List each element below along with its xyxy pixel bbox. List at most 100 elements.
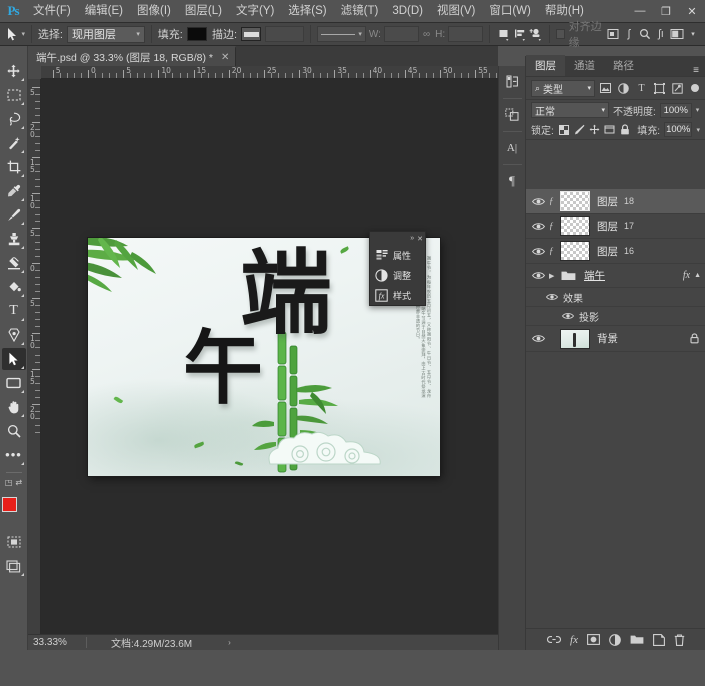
table-row[interactable]: ▶ 端午 fx ▲ <box>526 264 705 288</box>
eyedropper-tool[interactable] <box>2 180 26 202</box>
close-icon[interactable]: ✕ <box>417 235 423 243</box>
layer-visibility-icon[interactable] <box>530 334 546 343</box>
list-item[interactable]: 效果 <box>526 288 705 307</box>
tab-layers[interactable]: 图层 <box>526 55 565 76</box>
stroke-width-input[interactable] <box>265 26 304 42</box>
brush-tool[interactable] <box>2 204 26 226</box>
effects-visibility-icon[interactable] <box>544 293 560 301</box>
workspace-icon[interactable] <box>669 28 685 40</box>
layer-style-icon[interactable]: fx <box>570 634 578 646</box>
fill-color-swatch[interactable] <box>186 27 208 41</box>
layer-mask-icon[interactable] <box>587 634 600 645</box>
panel-menu-icon[interactable]: ≡ <box>687 65 705 76</box>
move-tool[interactable] <box>2 60 26 82</box>
menu-item-styles[interactable]: fx 样式 <box>370 285 425 305</box>
color-panel-icon[interactable] <box>501 70 524 93</box>
fill-input[interactable]: 100% <box>663 122 693 137</box>
menu-type[interactable]: 文字(Y) <box>229 0 281 22</box>
menu-3d[interactable]: 3D(D) <box>385 0 430 22</box>
eraser-tool[interactable] <box>2 252 26 274</box>
blend-mode-dropdown[interactable]: 正常 ▾ <box>531 102 609 118</box>
swap-colors-icon[interactable]: ⇄ <box>15 478 22 487</box>
delete-layer-icon[interactable] <box>674 633 685 646</box>
tab-paths[interactable]: 路径 <box>604 55 643 76</box>
group-disclosure-icon[interactable]: ▶ <box>549 272 558 280</box>
horizontal-ruler[interactable]: 5 0 5 10 15 20 25 30 35 40 45 50 55 <box>28 66 498 79</box>
stroke-style-dropdown[interactable]: ▾ <box>316 26 366 42</box>
default-colors-icon[interactable]: ◳ <box>5 478 13 487</box>
smartobject-filter-icon[interactable] <box>670 80 685 96</box>
height-input[interactable] <box>448 26 484 42</box>
path-operations-icon[interactable] <box>496 25 512 43</box>
shape-filter-icon[interactable] <box>652 80 667 96</box>
chevron-up-icon[interactable]: ▲ <box>694 272 701 279</box>
fill-chevron-icon[interactable]: ▾ <box>696 126 700 134</box>
menu-edit[interactable]: 编辑(E) <box>78 0 130 22</box>
maximize-button[interactable]: ❐ <box>653 0 679 22</box>
table-row[interactable]: ƒ 图层 17 <box>526 214 705 239</box>
width-input[interactable] <box>383 26 420 42</box>
layer-visibility-icon[interactable] <box>530 247 546 256</box>
settings-icon[interactable]: ʃı <box>653 28 669 40</box>
move-tool-icon[interactable] <box>4 25 21 43</box>
character-panel-icon[interactable]: A| <box>501 136 524 159</box>
canvas-viewport[interactable]: 端 午 端午节，为每年农历五月初五，又称端阳节、午日节、五月节、龙舟节、浴兰节、… <box>41 79 498 634</box>
filter-toggle[interactable] <box>691 84 699 92</box>
rectangle-tool[interactable] <box>2 372 26 394</box>
drop-shadow-visibility-icon[interactable] <box>560 312 576 320</box>
layer-thumbnail[interactable] <box>560 241 590 261</box>
zoom-level[interactable]: 33.33% <box>28 637 86 648</box>
menu-view[interactable]: 视图(V) <box>430 0 482 22</box>
link-icon[interactable]: ∞ <box>423 29 430 40</box>
adjustment-filter-icon[interactable] <box>616 80 631 96</box>
layer-visibility-icon[interactable] <box>530 271 546 280</box>
magic-wand-tool[interactable] <box>2 132 26 154</box>
hand-tool[interactable] <box>2 396 26 418</box>
hand-icon[interactable]: ʃ <box>621 28 637 40</box>
status-menu-icon[interactable]: › <box>228 638 231 647</box>
menu-item-adjustments[interactable]: 调整 <box>370 265 425 285</box>
path-alignment-icon[interactable] <box>512 25 528 43</box>
paint-bucket-tool[interactable] <box>2 276 26 298</box>
menu-item-properties[interactable]: 属性 <box>370 245 425 265</box>
lock-position-icon[interactable] <box>589 123 600 137</box>
tool-preset-chevron-icon[interactable]: ▾ <box>22 30 26 38</box>
minimize-button[interactable]: — <box>627 0 653 22</box>
foreground-color-swatch[interactable] <box>1 497 17 512</box>
clone-stamp-tool[interactable] <box>2 228 26 250</box>
layer-name[interactable]: 图层 <box>597 244 618 259</box>
menu-file[interactable]: 文件(F) <box>26 0 78 22</box>
paragraph-panel-icon[interactable]: ¶ <box>501 169 524 192</box>
swatches-panel-icon[interactable] <box>501 103 524 126</box>
more-tools-button[interactable]: ••• <box>2 444 26 466</box>
quick-mask-icon[interactable] <box>2 531 26 553</box>
tab-channels[interactable]: 通道 <box>565 55 604 76</box>
filter-kind-dropdown[interactable]: ⌕ 类型 ▾ <box>531 79 595 97</box>
table-row[interactable]: 背景 <box>526 326 705 352</box>
type-filter-icon[interactable]: T <box>634 80 649 96</box>
menu-layer[interactable]: 图层(L) <box>178 0 229 22</box>
layer-thumbnail[interactable] <box>560 328 590 349</box>
workspace-chevron-icon[interactable]: ▾ <box>685 30 701 38</box>
stroke-color-swatch[interactable] <box>241 27 262 41</box>
menu-window[interactable]: 窗口(W) <box>482 0 538 22</box>
path-selection-tool[interactable] <box>1 348 26 370</box>
menu-select[interactable]: 选择(S) <box>281 0 333 22</box>
layer-visibility-icon[interactable] <box>530 222 546 231</box>
collapse-icon[interactable]: » <box>410 235 414 242</box>
link-layers-icon[interactable] <box>547 635 561 644</box>
opacity-chevron-icon[interactable]: ▾ <box>696 106 700 114</box>
new-group-icon[interactable] <box>630 634 644 645</box>
lock-image-icon[interactable] <box>573 123 584 137</box>
ruler-corner[interactable] <box>28 66 41 79</box>
layer-name[interactable]: 端午 <box>584 268 605 283</box>
table-row[interactable]: ƒ 图层 16 <box>526 239 705 264</box>
pen-tool[interactable] <box>2 324 26 346</box>
screen-mode-icon[interactable] <box>2 555 26 577</box>
snap-edges-checkbox[interactable] <box>555 29 565 39</box>
layer-name[interactable]: 背景 <box>597 331 618 346</box>
floating-panel-menu[interactable]: » ✕ 属性 调整 fx 样式 <box>369 231 426 306</box>
layer-name[interactable]: 图层 <box>597 219 618 234</box>
new-layer-icon[interactable] <box>653 633 665 646</box>
path-arrangement-icon[interactable] <box>527 25 543 43</box>
